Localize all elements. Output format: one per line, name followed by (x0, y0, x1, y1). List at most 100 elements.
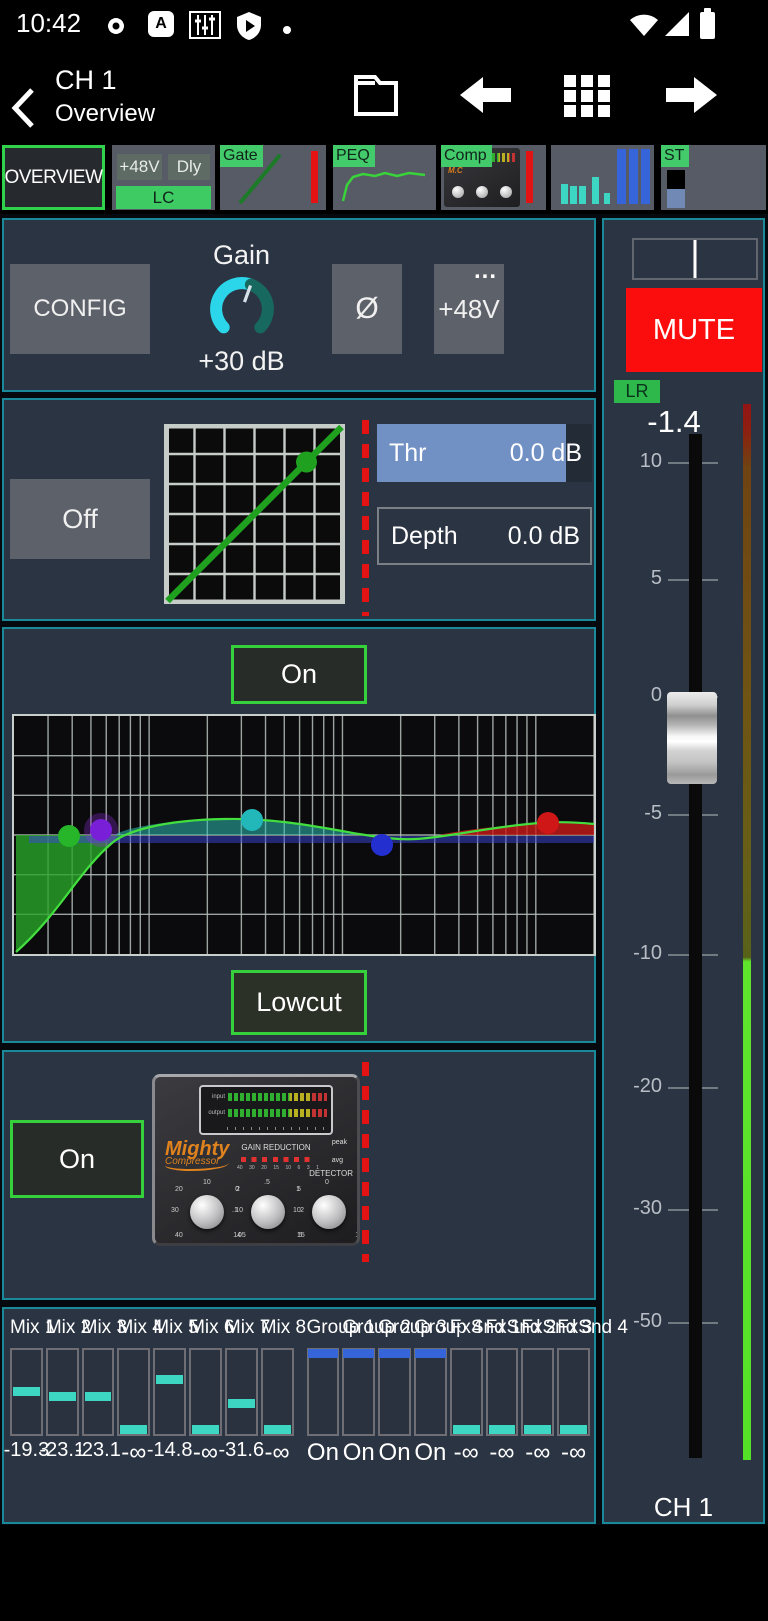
more-options-dots[interactable]: ... (474, 265, 497, 277)
eq-curve-display[interactable] (14, 716, 594, 954)
comp-input-leds (228, 1093, 327, 1101)
send-channel[interactable]: Mix 2 -23.1 (46, 1309, 79, 1522)
folder-icon[interactable] (351, 73, 401, 117)
config-button[interactable]: CONFIG (10, 264, 150, 354)
comp-power-button[interactable]: On (10, 1120, 144, 1198)
comp-meter-scale-ticks (227, 1127, 325, 1130)
battery-icon (700, 12, 715, 39)
sends-row: Mix 1 -19.3 Mix 2 -23.1 Mix 3 -23.1 Mix … (10, 1309, 590, 1522)
send-value: -14.8 (147, 1439, 193, 1462)
send-meter (414, 1348, 447, 1436)
phantom-button[interactable]: +48V ... (434, 264, 504, 354)
phase-button[interactable]: Ø (332, 264, 402, 354)
send-channel[interactable]: Mix 1 -19.3 (10, 1309, 43, 1522)
send-value: -31.6 (218, 1439, 264, 1462)
eq-band1-handle[interactable] (58, 825, 80, 847)
knob-tick-number: .1 (232, 1207, 238, 1214)
eq-band2-handle[interactable] (90, 819, 112, 841)
eq-band5-handle[interactable] (537, 812, 559, 834)
send-meter (307, 1348, 340, 1436)
gate-curve-display[interactable] (162, 424, 347, 604)
pan-position-line (694, 240, 697, 278)
send-thumb-bar (570, 186, 577, 204)
send-thumb-bar (579, 186, 586, 204)
cell-signal-icon (663, 11, 691, 37)
send-channel[interactable]: FxSnd 1 -∞ (450, 1309, 483, 1522)
send-channel[interactable]: Group 1 On (307, 1309, 340, 1522)
send-level-bar (489, 1425, 516, 1434)
knob-tick-number: 30 (171, 1207, 179, 1214)
detector-label: DETECTOR (309, 1169, 353, 1178)
gain-reduction-scale: 4030201510631 (237, 1165, 319, 1171)
send-meter (117, 1348, 150, 1436)
gate-threshold-slider[interactable]: Thr 0.0 dB (377, 424, 592, 482)
tab-gate[interactable]: Gate (220, 145, 326, 210)
tab-overview[interactable]: OVERVIEW (2, 145, 105, 210)
send-channel[interactable]: Mix 3 -23.1 (82, 1309, 115, 1522)
mute-button[interactable]: MUTE (626, 288, 762, 372)
send-channel[interactable]: FxSnd 4 -∞ (557, 1309, 590, 1522)
channel-tab-strip: OVERVIEW +48V Dly LC Gate PEQ M.C (0, 142, 768, 214)
channel-title: CH 1 (55, 65, 117, 96)
tab-peq[interactable]: PEQ (333, 145, 436, 210)
prev-channel-arrow-icon[interactable] (457, 73, 513, 117)
eq-power-button[interactable]: On (231, 645, 367, 704)
tab-comp[interactable]: M.C Comp (441, 145, 546, 210)
gate-divider-dashed-line (362, 420, 369, 616)
send-channel[interactable]: Mix 4 -∞ (117, 1309, 150, 1522)
lowcut-indicator[interactable]: LC (116, 186, 211, 209)
next-channel-arrow-icon[interactable] (664, 73, 720, 117)
knob-tick-number: 15 (355, 1232, 360, 1239)
fader-handle[interactable] (667, 692, 717, 784)
send-channel[interactable]: FxSnd 2 -∞ (486, 1309, 519, 1522)
send-channel[interactable]: FxSnd 3 -∞ (521, 1309, 554, 1522)
gain-knob[interactable] (203, 272, 281, 346)
send-channel[interactable]: Mix 6 -∞ (189, 1309, 222, 1522)
send-channel[interactable]: Group 3 On (378, 1309, 411, 1522)
send-channel[interactable]: Group 2 On (342, 1309, 375, 1522)
send-channel[interactable]: Mix 8 -∞ (261, 1309, 294, 1522)
avg-label: avg (332, 1157, 343, 1164)
main-lr-badge[interactable]: LR (614, 380, 660, 403)
send-level-bar (264, 1425, 291, 1434)
comp-plugin-image[interactable]: input output Mighty Compressor GAIN REDU… (152, 1074, 360, 1246)
send-meter (342, 1348, 375, 1436)
tab-sends[interactable] (551, 145, 654, 210)
fader-scale-tick-label: -30 (618, 1197, 662, 1220)
send-channel[interactable]: Group 4 On (414, 1309, 447, 1522)
send-level-bar (192, 1425, 219, 1434)
send-level-bar (156, 1375, 183, 1384)
mixer-sliders-icon (189, 11, 221, 39)
delay-indicator[interactable]: Dly (168, 154, 210, 180)
pan-control[interactable] (632, 238, 758, 280)
eq-band3-handle[interactable] (241, 809, 263, 831)
gain-label: Gain (164, 240, 319, 271)
notification-dot-icon (283, 26, 291, 34)
group-on-bar (343, 1349, 374, 1358)
send-channel[interactable]: Mix 5 -14.8 (153, 1309, 186, 1522)
send-value: -∞ (525, 1439, 550, 1467)
send-value: -23.1 (75, 1439, 121, 1462)
send-channel[interactable]: Mix 7 -31.6 (225, 1309, 258, 1522)
auto-icon: A (148, 11, 174, 37)
release-knob-face (251, 1195, 285, 1229)
app-bar: CH 1 Overview (0, 45, 768, 142)
phantom-indicator[interactable]: +48V (117, 154, 162, 180)
eq-lowcut-button[interactable]: Lowcut (231, 970, 367, 1035)
gate-power-button[interactable]: Off (10, 479, 150, 559)
tab-input[interactable]: +48V Dly LC (112, 145, 215, 210)
send-value: -∞ (489, 1439, 514, 1467)
channel-grid-icon[interactable] (562, 73, 612, 119)
back-chevron-icon[interactable] (8, 85, 42, 131)
eq-band4-handle[interactable] (371, 834, 393, 856)
tab-stereo[interactable]: ST (661, 145, 766, 210)
gate-depth-control[interactable]: Depth 0.0 dB (377, 507, 592, 565)
send-value: On (379, 1439, 411, 1467)
group-on-bar (379, 1349, 410, 1358)
fader-scale-tick-label: 10 (618, 450, 662, 473)
fader-track[interactable] (689, 434, 702, 1458)
send-meter (189, 1348, 222, 1436)
send-value: On (307, 1439, 339, 1467)
send-meter (225, 1348, 258, 1436)
knob-tick-number: 15 (297, 1232, 305, 1239)
